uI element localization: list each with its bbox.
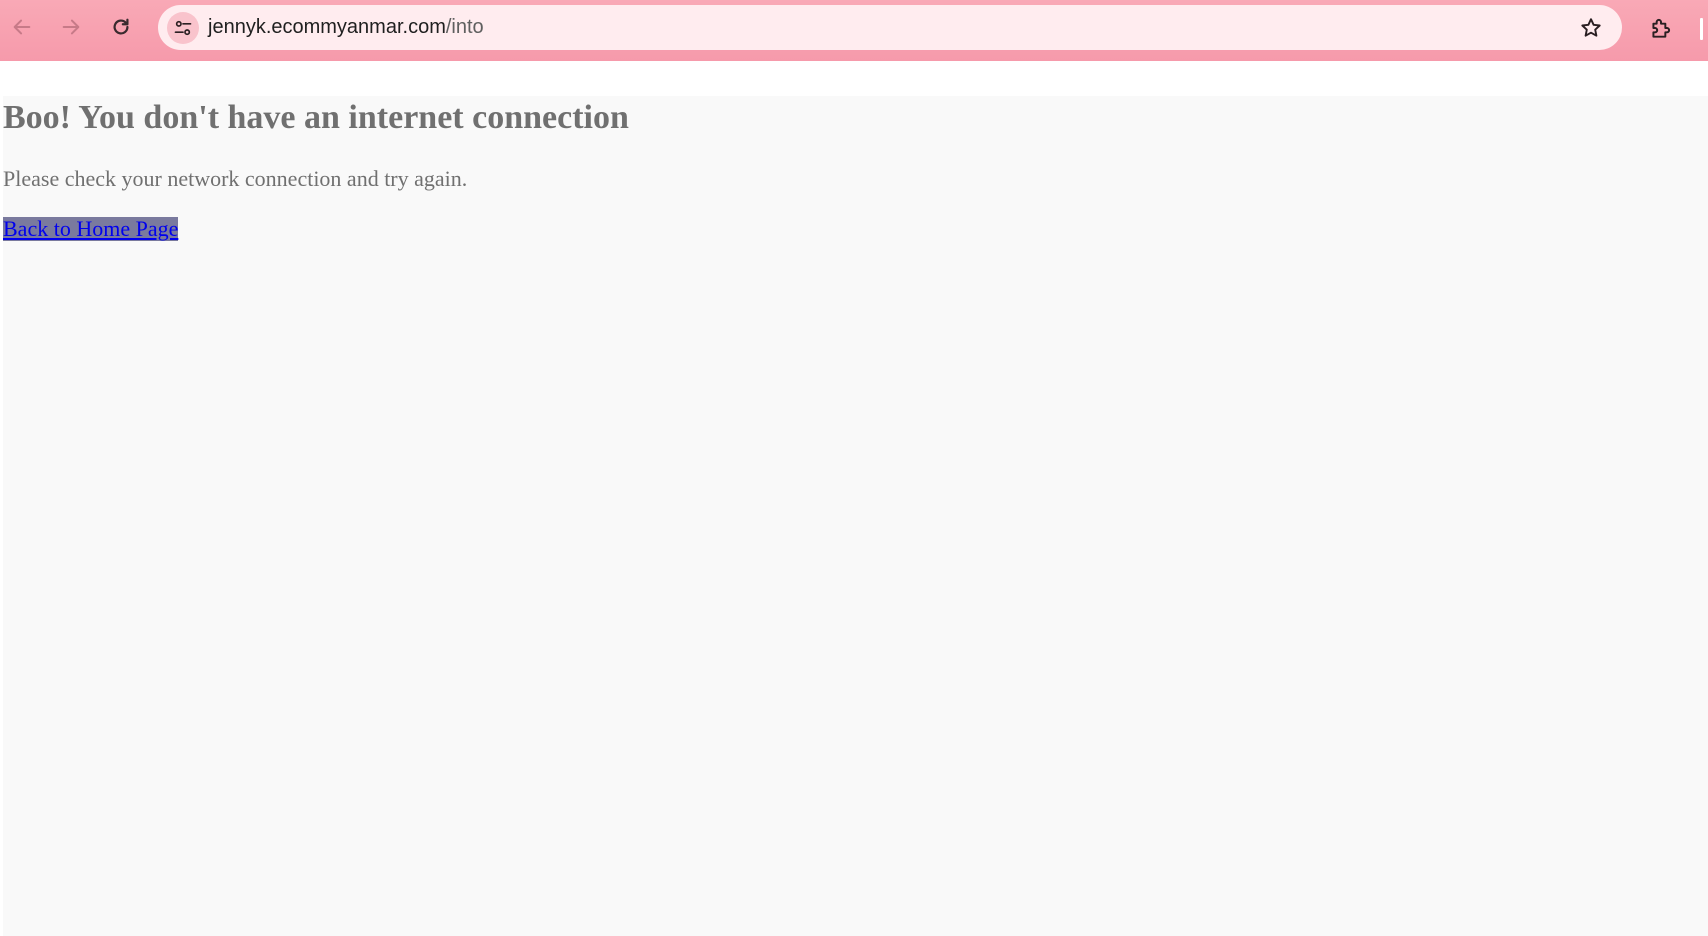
url-host: jennyk.ecommyanmar.com <box>208 16 446 38</box>
arrow-right-icon <box>62 19 80 35</box>
page-title: Boo! You don't have an internet connecti… <box>3 99 629 136</box>
toolbar-edge-marker <box>1700 18 1703 40</box>
puzzle-icon <box>1652 18 1671 38</box>
extensions-button[interactable] <box>1646 13 1676 43</box>
address-bar[interactable]: jennyk.ecommyanmar.com/into <box>158 5 1622 50</box>
url-path: /into <box>445 16 484 38</box>
forward-button[interactable] <box>54 10 88 44</box>
star-icon <box>1581 18 1601 37</box>
browser-toolbar: jennyk.ecommyanmar.com/into <box>0 0 1708 61</box>
reload-icon <box>113 18 129 35</box>
bookmark-button[interactable] <box>1578 15 1604 41</box>
error-message: Please check your network connection and… <box>3 166 468 191</box>
back-button[interactable] <box>5 10 39 44</box>
tune-icon <box>174 20 192 36</box>
arrow-left-icon <box>13 19 31 35</box>
reload-button[interactable] <box>104 10 138 44</box>
site-info-button[interactable] <box>167 12 199 44</box>
page-content: Boo! You don't have an internet connecti… <box>3 96 1708 936</box>
url-text[interactable]: jennyk.ecommyanmar.com/into <box>208 16 484 38</box>
back-to-home-link[interactable]: Back to Home Page <box>3 217 179 241</box>
page-top-strip <box>0 61 1708 96</box>
